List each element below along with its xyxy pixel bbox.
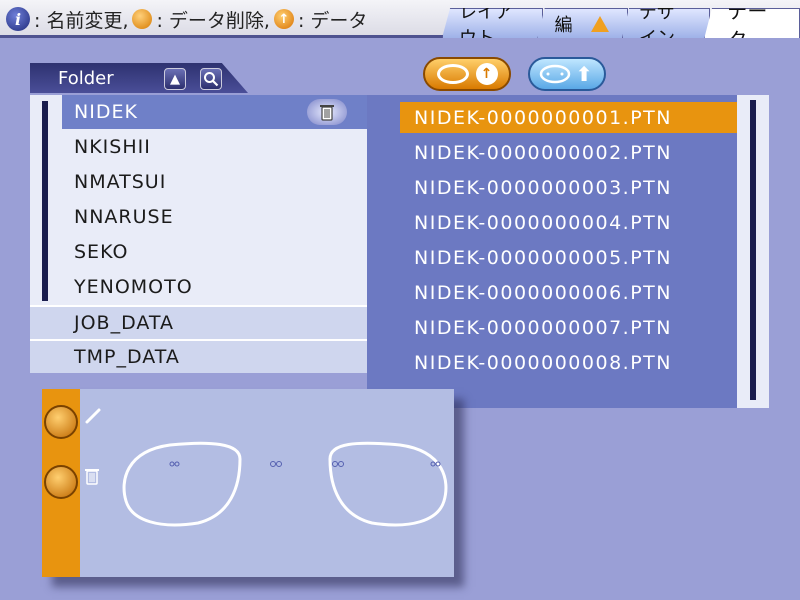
hole-shape-icon <box>539 64 571 84</box>
preview-toolbar <box>42 389 101 577</box>
folder-item-tmp-data[interactable]: TMP_DATA <box>30 339 367 373</box>
up-arrow-icon: ↑ <box>475 63 498 85</box>
hint-bar: i : 名前変更, : データ削除, ↑ : データ <box>6 5 371 33</box>
tab-bar: レイアウト 穴編集 デザイン データ <box>442 8 800 40</box>
hole-marker <box>430 461 436 467</box>
file-item[interactable]: NIDEK-0000000002.PTN <box>400 137 737 168</box>
folder-item-nkishii[interactable]: NKISHII <box>30 130 367 164</box>
trash-icon <box>320 105 334 121</box>
hole-marker <box>276 461 282 467</box>
delete-folder-button[interactable] <box>307 99 347 125</box>
folder-up-button[interactable]: ▲ <box>164 68 186 90</box>
file-item[interactable]: NIDEK-0000000005.PTN <box>400 242 737 273</box>
file-item[interactable]: NIDEK-0000000008.PTN <box>400 347 737 378</box>
rename-button[interactable] <box>44 405 101 439</box>
load-shape-button[interactable]: ↑ <box>423 57 511 91</box>
folder-item-nnaruse[interactable]: NNARUSE <box>30 200 367 234</box>
hint-data-text: : データ <box>297 9 368 32</box>
folder-item-seko[interactable]: SEKO <box>30 235 367 269</box>
hole-marker <box>332 461 338 467</box>
file-item[interactable]: NIDEK-0000000004.PTN <box>400 207 737 238</box>
file-scroll-thumb[interactable] <box>750 100 756 400</box>
delete-data-button[interactable] <box>44 465 99 499</box>
tab-hole-edit[interactable]: 穴編集 <box>537 8 628 38</box>
up-arrow-icon: ↑ <box>273 9 294 29</box>
tab-layout[interactable]: レイアウト <box>442 8 544 38</box>
up-arrow-icon: ⬆ <box>575 62 593 86</box>
folder-item-yenomoto[interactable]: YENOMOTO <box>30 270 367 304</box>
load-hole-button[interactable]: ⬆ <box>528 57 606 91</box>
folder-item-nmatsui[interactable]: NMATSUI <box>30 165 367 199</box>
shape-preview-panel <box>42 389 454 577</box>
file-item[interactable]: NIDEK-0000000007.PTN <box>400 312 737 343</box>
folder-item-job-data[interactable]: JOB_DATA <box>30 305 367 339</box>
hole-marker <box>270 461 276 467</box>
lens-shape-preview <box>122 441 448 527</box>
hole-marker <box>174 461 180 467</box>
tab-data[interactable]: データ <box>704 8 800 38</box>
file-list: NIDEK-0000000001.PTN NIDEK-0000000002.PT… <box>367 95 769 408</box>
search-icon <box>204 72 219 87</box>
folder-title: Folder <box>58 67 114 89</box>
folder-search-button[interactable] <box>200 68 222 90</box>
hint-delete-text: : データ削除, <box>156 9 270 32</box>
top-bar: i : 名前変更, : データ削除, ↑ : データ レイアウト 穴編集 デザイ… <box>0 0 800 38</box>
hole-marker <box>169 461 175 467</box>
triangle-up-icon: ▲ <box>170 71 180 87</box>
file-item[interactable]: NIDEK-0000000006.PTN <box>400 277 737 308</box>
file-scrollbar[interactable] <box>737 95 769 408</box>
hint-rename-text: : 名前変更, <box>34 9 129 32</box>
info-icon: i <box>6 7 30 31</box>
warning-triangle-icon <box>591 15 609 32</box>
tab-design[interactable]: デザイン <box>622 8 711 38</box>
file-item[interactable]: NIDEK-0000000001.PTN <box>400 102 737 133</box>
file-item[interactable]: NIDEK-0000000003.PTN <box>400 172 737 203</box>
folder-header: Folder ▲ <box>30 63 248 93</box>
right-lens-outline <box>122 441 242 527</box>
folder-item-nidek[interactable]: NIDEK <box>62 95 367 129</box>
hole-marker <box>338 461 344 467</box>
folder-list: NIDEK NKISHII NMATSUI NNARUSE SEKO YENOM… <box>30 95 367 373</box>
lens-shape-icon <box>436 64 469 84</box>
trash-icon <box>132 9 153 29</box>
left-lens-outline <box>328 441 448 527</box>
